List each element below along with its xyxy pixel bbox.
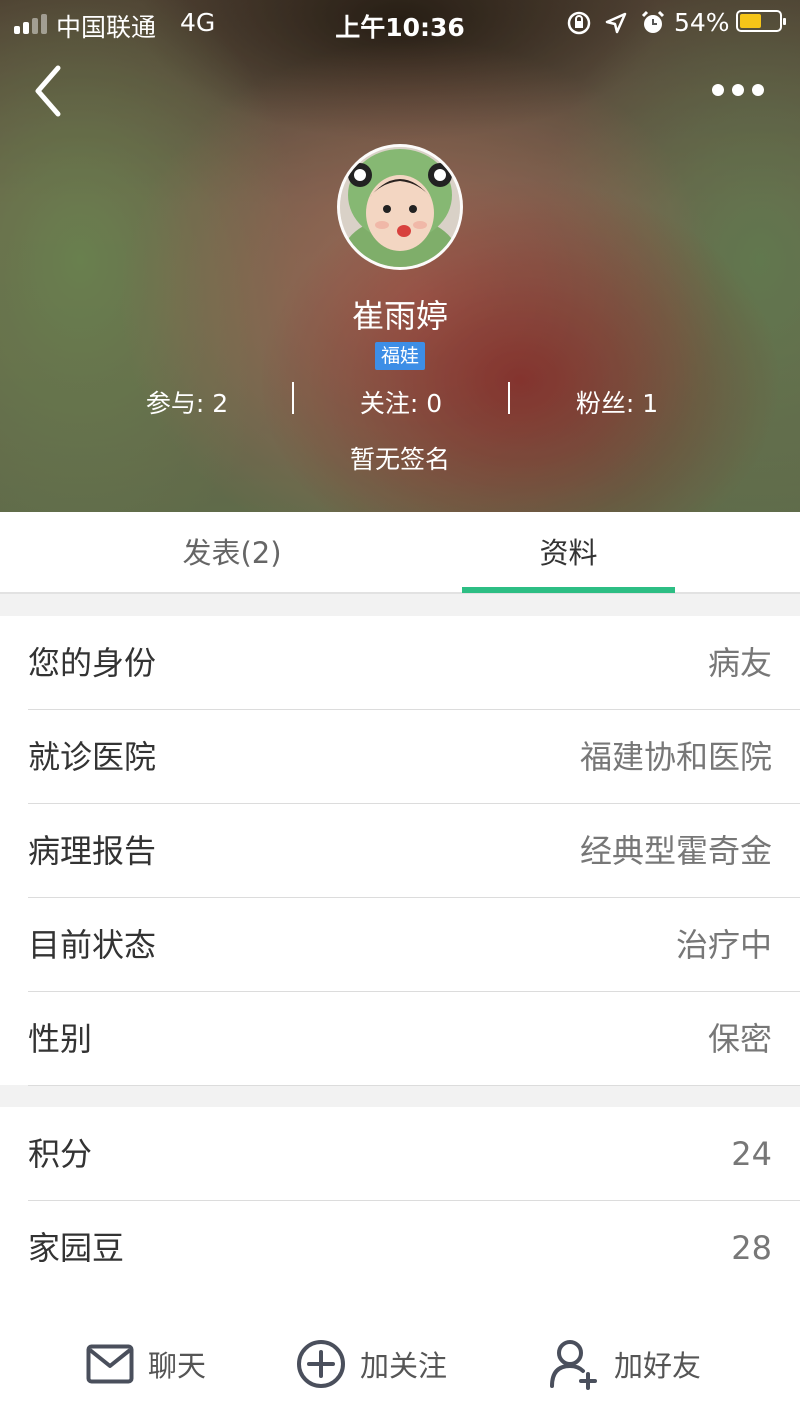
detail-label: 就诊医院 [28,738,157,776]
alarm-icon [641,10,665,33]
profile-details: 您的身份 病友 就诊医院 福建协和医院 病理报告 经典型霍奇金 目前状态 治疗中… [0,616,800,1086]
detail-value: 福建协和医院 [579,738,772,776]
battery-icon [736,10,786,32]
points-value: 24 [731,1135,772,1173]
stat-following[interactable]: 关注: 0 [291,384,511,420]
plus-circle-icon [297,1340,345,1388]
stat-followers[interactable]: 粉丝: 1 [507,384,727,420]
location-icon [605,12,627,34]
list-item: 性别 保密 [28,992,800,1086]
tab-profile[interactable]: 资料 [462,512,675,594]
profile-header: 中国联通 4G 上午10:36 54% 崔雨婷 福娃 参与: 2 关注: 0 粉… [0,0,800,512]
list-item: 病理报告 经典型霍奇金 [28,804,800,898]
beans-value: 28 [731,1229,772,1267]
chat-label: 聊天 [148,1349,207,1383]
more-dots-icon [712,84,724,96]
mail-icon [86,1344,134,1384]
add-friend-button[interactable]: 加好友 [548,1338,701,1390]
detail-value: 经典型霍奇金 [579,832,772,870]
detail-value: 治疗中 [675,926,772,964]
detail-value: 病友 [707,644,772,682]
user-signature: 暂无签名 [349,445,450,474]
beans-label: 家园豆 [28,1229,125,1267]
orientation-lock-icon [567,11,591,35]
list-item: 就诊医院 福建协和医院 [28,710,800,804]
tab-posts-label: 发表(2) [182,536,282,570]
profile-stats: 参与: 2 关注: 0 粉丝: 1 [0,380,800,420]
profile-tabs: 发表(2) 资料 [0,512,800,594]
stat-participation[interactable]: 参与: 2 [77,384,297,420]
follow-label: 加关注 [360,1349,448,1383]
battery-level [740,14,761,28]
user-badge: 福娃 [374,342,425,370]
tab-posts[interactable]: 发表(2) [0,512,462,594]
list-item: 您的身份 病友 [28,616,800,710]
chat-button[interactable]: 聊天 [86,1338,206,1390]
list-item: 目前状态 治疗中 [28,898,800,992]
more-options-button[interactable] [712,78,776,102]
list-item: 积分 24 [28,1107,800,1201]
status-bar: 中国联通 4G 上午10:36 54% [0,0,800,44]
active-tab-indicator [462,587,675,593]
add-friend-label: 加好友 [614,1349,702,1383]
follow-button[interactable]: 加关注 [296,1338,447,1390]
detail-label: 您的身份 [28,644,157,682]
detail-label: 病理报告 [28,832,157,870]
avatar-image [340,147,460,267]
detail-value: 保密 [707,1020,772,1058]
bottom-action-bar: 聊天 加关注 加好友 [0,1294,800,1423]
list-item: 家园豆 28 [28,1201,800,1295]
points-label: 积分 [28,1135,93,1173]
back-button[interactable] [28,64,72,118]
avatar[interactable] [337,144,463,270]
detail-label: 目前状态 [28,926,157,964]
add-user-icon [550,1340,597,1390]
detail-label: 性别 [28,1020,93,1058]
points-section: 积分 24 家园豆 28 [0,1107,800,1295]
battery-percent: 54% [674,8,730,37]
chevron-left-icon [35,65,61,117]
user-name: 崔雨婷 [351,297,448,335]
